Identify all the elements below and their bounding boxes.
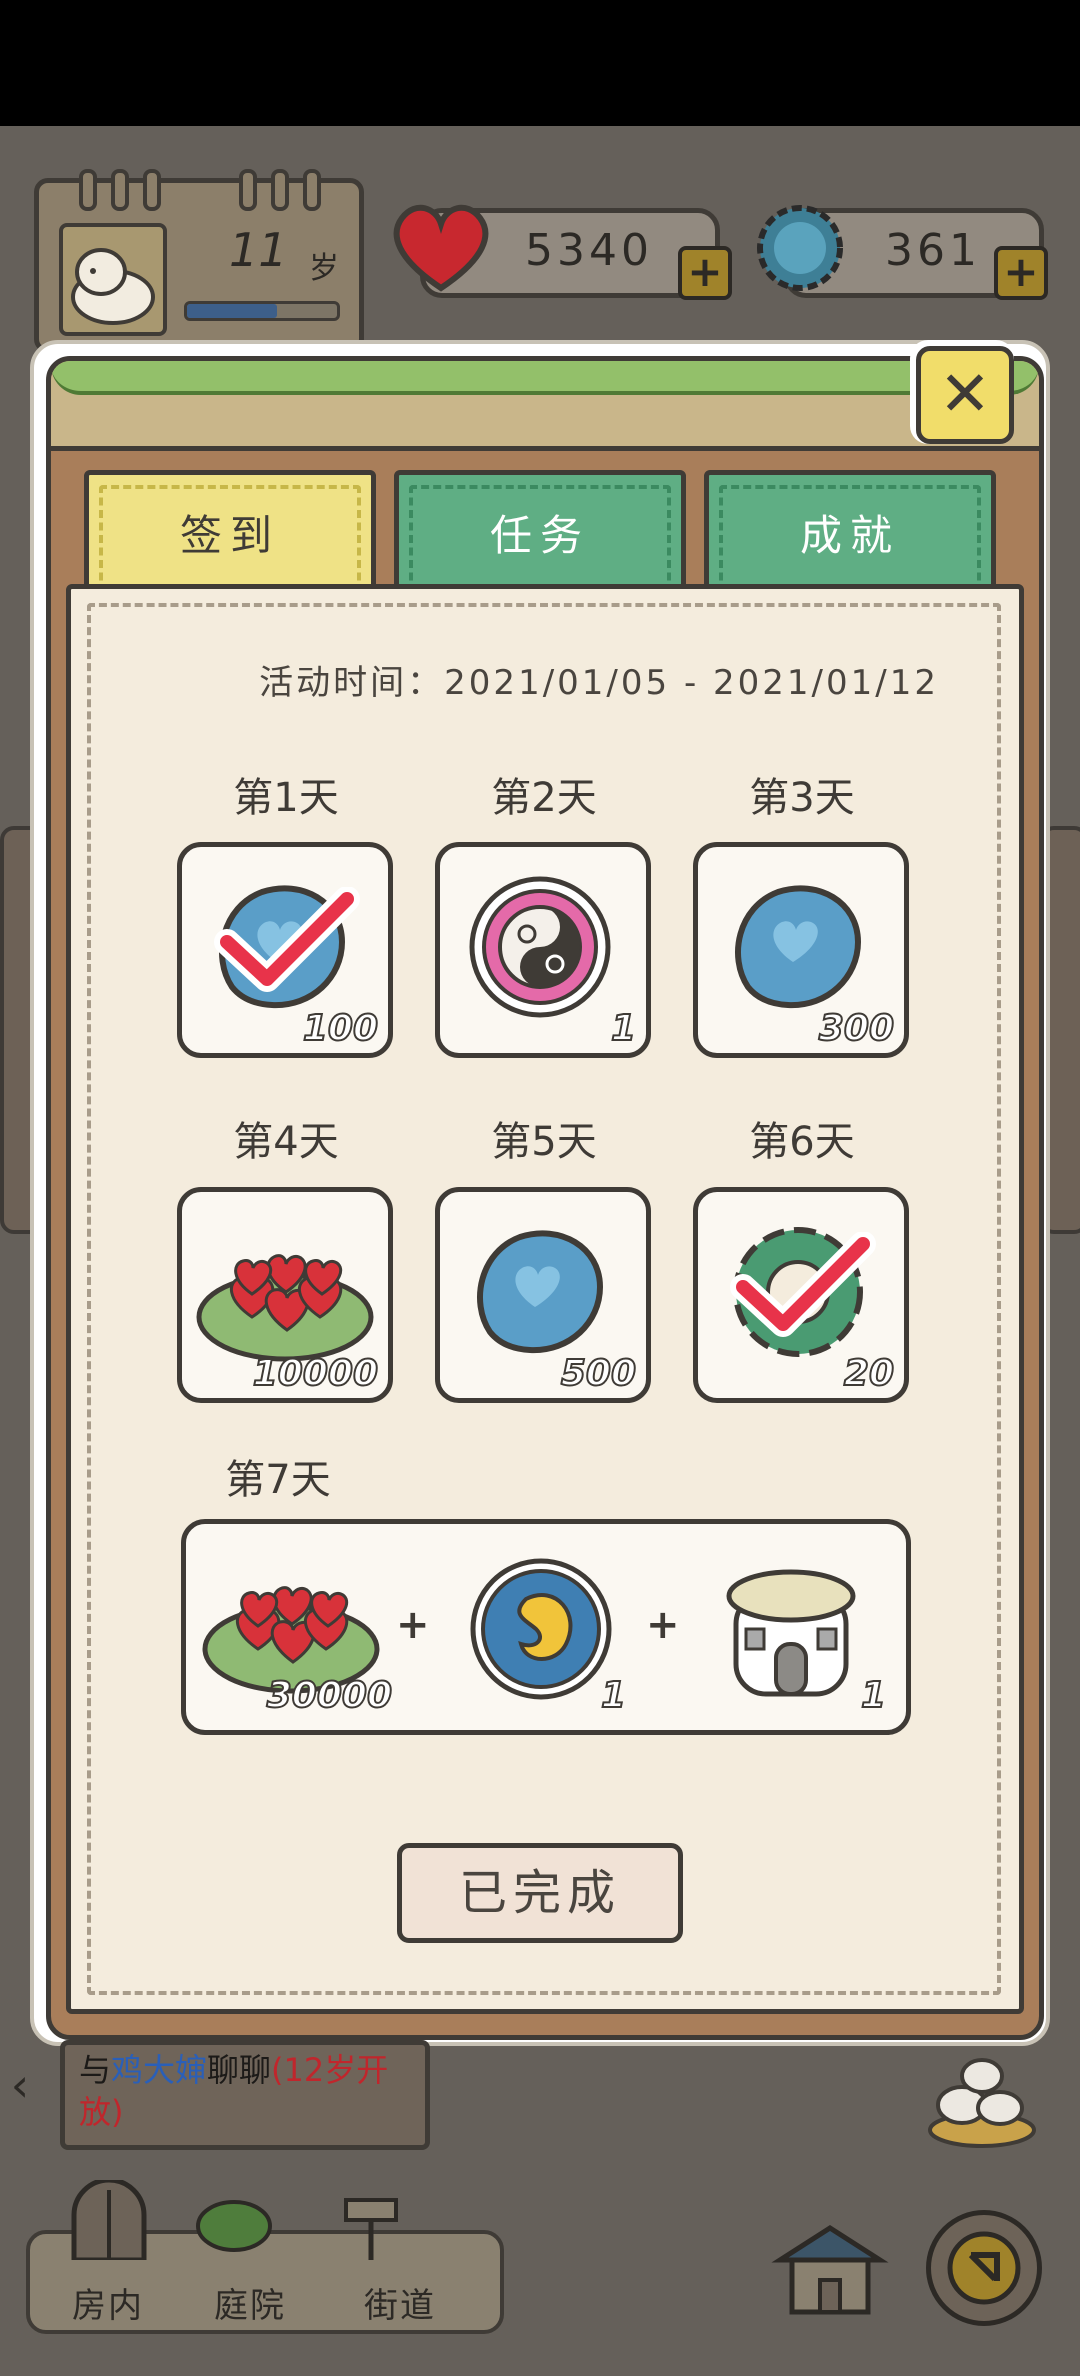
door-icon [64, 2177, 154, 2264]
age-unit: 岁 [309, 251, 339, 286]
close-icon: ✕ [916, 346, 1014, 444]
reward-card-day1[interactable]: 100 [177, 842, 393, 1058]
reward-count: 300 [818, 1007, 895, 1050]
day-label: 第3天 [749, 775, 855, 821]
hearts-value: 5340 [525, 225, 653, 276]
calendar-ring [111, 169, 129, 211]
quest-note[interactable]: 与鸡大婶聊聊(12岁开放) [60, 2040, 430, 2150]
cap-icon [752, 200, 848, 300]
reward-card-day2[interactable]: 1 [435, 842, 651, 1058]
completed-button[interactable]: 已完成 [397, 1843, 683, 1943]
reward-card-day3[interactable]: 300 [693, 842, 909, 1058]
reward-count: 1 [610, 1007, 637, 1050]
claimed-check-icon [214, 887, 360, 992]
grass-strip [51, 361, 1039, 395]
age-calendar[interactable]: 11 岁 [34, 169, 364, 353]
reward-card-day7[interactable]: 30000 + 1 + 1 [181, 1519, 911, 1735]
caps-value: 361 [885, 225, 981, 276]
day-label: 第5天 [491, 1119, 597, 1165]
blue-cap-icon [477, 1230, 604, 1354]
reward-count: 100 [302, 1007, 379, 1050]
day7-house-item: 1 [696, 1534, 896, 1720]
calendar-ring [79, 169, 97, 211]
embryo-icon [470, 1558, 612, 1700]
quest-text-prefix: 与 [79, 2051, 112, 2089]
hearts-plate-icon [196, 1254, 374, 1362]
day-label: 第7天 [225, 1457, 331, 1503]
status-bar [0, 0, 1080, 126]
reward-count: 500 [560, 1352, 637, 1395]
house-icon[interactable] [770, 2220, 890, 2320]
nav-yard[interactable]: 庭院 [214, 2278, 286, 2327]
calendar-ring [271, 169, 289, 211]
reward-count: 30000 [266, 1674, 393, 1717]
reward-count: 1 [860, 1674, 887, 1717]
reward-card-day5[interactable]: 500 [435, 1187, 651, 1403]
day-label: 第6天 [749, 1119, 855, 1165]
tab-tasks-label: 任务 [489, 511, 590, 560]
return-button[interactable] [926, 2210, 1042, 2326]
claimed-check-icon [730, 1232, 876, 1337]
day-label: 第2天 [491, 775, 597, 821]
calendar-ring [239, 169, 257, 211]
reward-count: 20 [843, 1352, 895, 1395]
quest-text-mid: 聊聊 [207, 2051, 272, 2089]
chevron-left-icon[interactable]: ‹ [0, 2030, 40, 2140]
frog-icon [71, 248, 155, 325]
reward-card-day6[interactable]: 20 [693, 1187, 909, 1403]
frog-avatar [59, 223, 167, 336]
close-button[interactable]: ✕ [910, 340, 1014, 444]
day7-hearts-item: 30000 [192, 1534, 393, 1720]
day7-embryo-item: 1 [446, 1534, 636, 1720]
add-hearts-button[interactable]: + [678, 246, 732, 300]
day-label: 第1天 [233, 775, 339, 821]
signpost-icon [336, 2190, 406, 2264]
tab-checkin-label: 签到 [179, 511, 280, 560]
activity-time: 活动时间：2021/01/05 - 2021/01/12 [259, 663, 939, 703]
age-progress-bar [184, 301, 340, 321]
arrow-icon [947, 2231, 1021, 2305]
gender-yin-yang-icon [469, 876, 611, 1018]
reward-count: 10000 [252, 1352, 379, 1395]
nav-street[interactable]: 街道 [364, 2278, 436, 2327]
tree-icon [194, 2196, 274, 2260]
plus-sign: + [646, 1602, 680, 1648]
dialog-grass-header [51, 361, 1039, 451]
age-progress-fill [187, 304, 277, 318]
checkin-panel: 活动时间：2021/01/05 - 2021/01/12 第1天 第2天 第3天… [66, 584, 1024, 2014]
plus-sign: + [396, 1602, 430, 1648]
day-label: 第4天 [233, 1119, 339, 1165]
dome-house-icon [726, 1569, 856, 1697]
add-caps-button[interactable]: + [994, 246, 1048, 300]
reward-count: 1 [600, 1674, 627, 1717]
calendar-ring [143, 169, 161, 211]
calendar-ring [303, 169, 321, 211]
tab-achievements-label: 成就 [799, 511, 900, 560]
nav-room[interactable]: 房内 [72, 2278, 144, 2327]
heart-icon [386, 196, 496, 300]
blue-cap-icon [735, 885, 862, 1009]
age-number: 11 [229, 223, 288, 277]
reward-card-day4[interactable]: 10000 [177, 1187, 393, 1403]
rock-stack-icon[interactable] [922, 2040, 1042, 2150]
quest-npc-name: 鸡大婶 [111, 2051, 208, 2089]
